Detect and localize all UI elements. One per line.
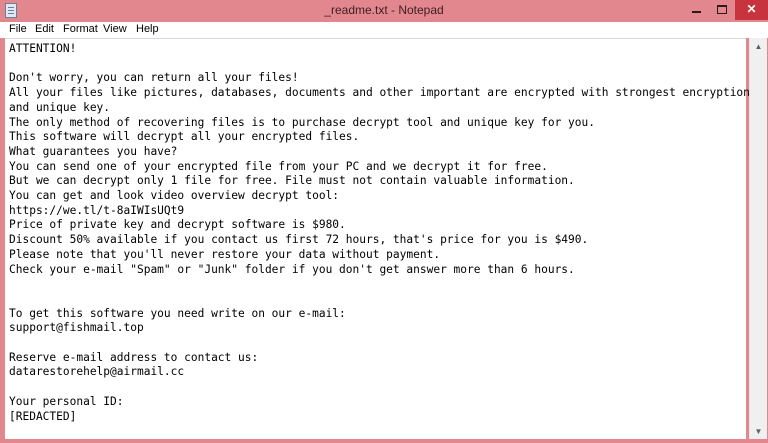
text-line: https://we.tl/t-8aIWIsUQt9 — [9, 203, 185, 217]
text-line: and unique key. — [9, 100, 111, 114]
menu-format[interactable]: Format — [63, 23, 98, 35]
document-text[interactable]: ATTENTION! Don't worry, you can return a… — [9, 42, 750, 424]
text-line: ATTENTION! — [9, 42, 77, 55]
scroll-up-icon[interactable]: ▲ — [750, 38, 767, 55]
menu-view[interactable]: View — [103, 23, 127, 35]
text-line: You can send one of your encrypted file … — [9, 159, 548, 173]
close-icon: ✕ — [746, 2, 757, 16]
text-line: This software will decrypt all your encr… — [9, 130, 360, 144]
menu-help[interactable]: Help — [136, 23, 159, 35]
title-bar[interactable]: _readme.txt - Notepad ✕ — [0, 0, 768, 22]
maximize-icon — [717, 5, 727, 14]
text-line: Don't worry, you can return all your fil… — [9, 71, 299, 85]
text-line: But we can decrypt only 1 file for free.… — [9, 174, 575, 188]
text-line: To get this software you need write on o… — [9, 306, 346, 320]
scroll-down-icon[interactable]: ▼ — [750, 423, 767, 440]
text-line: Please note that you'll never restore yo… — [9, 247, 441, 261]
text-editor[interactable]: ATTENTION! Don't worry, you can return a… — [5, 38, 750, 440]
text-line: Your personal ID: — [9, 394, 124, 408]
minimize-button[interactable] — [683, 0, 709, 20]
text-line: Discount 50% available if you contact us… — [9, 233, 589, 247]
menu-file[interactable]: File — [9, 23, 27, 35]
menu-edit[interactable]: Edit — [35, 23, 54, 35]
text-line: Check your e-mail "Spam" or "Junk" folde… — [9, 262, 575, 276]
text-line: Price of private key and decrypt softwar… — [9, 218, 346, 232]
notepad-window: _readme.txt - Notepad ✕ File Edit Format… — [0, 0, 768, 443]
text-line: [REDACTED] — [9, 409, 77, 423]
text-line: All your files like pictures, databases,… — [9, 86, 750, 100]
text-line: datarestorehelp@airmail.cc — [9, 365, 185, 379]
text-line: support@fishmail.top — [9, 321, 144, 335]
text-line: The only method of recovering files is t… — [9, 115, 595, 129]
window-bottom-border — [0, 439, 768, 443]
menu-bar: File Edit Format View Help — [0, 22, 768, 38]
text-line: Reserve e-mail address to contact us: — [9, 350, 259, 364]
vertical-scrollbar[interactable]: ▲ ▼ — [749, 38, 767, 440]
maximize-button[interactable] — [709, 0, 735, 20]
text-line: What guarantees you have? — [9, 144, 178, 158]
close-button[interactable]: ✕ — [735, 0, 768, 20]
window-title: _readme.txt - Notepad — [324, 3, 444, 17]
text-line: You can get and look video overview decr… — [9, 189, 340, 203]
minimize-icon — [691, 11, 701, 13]
